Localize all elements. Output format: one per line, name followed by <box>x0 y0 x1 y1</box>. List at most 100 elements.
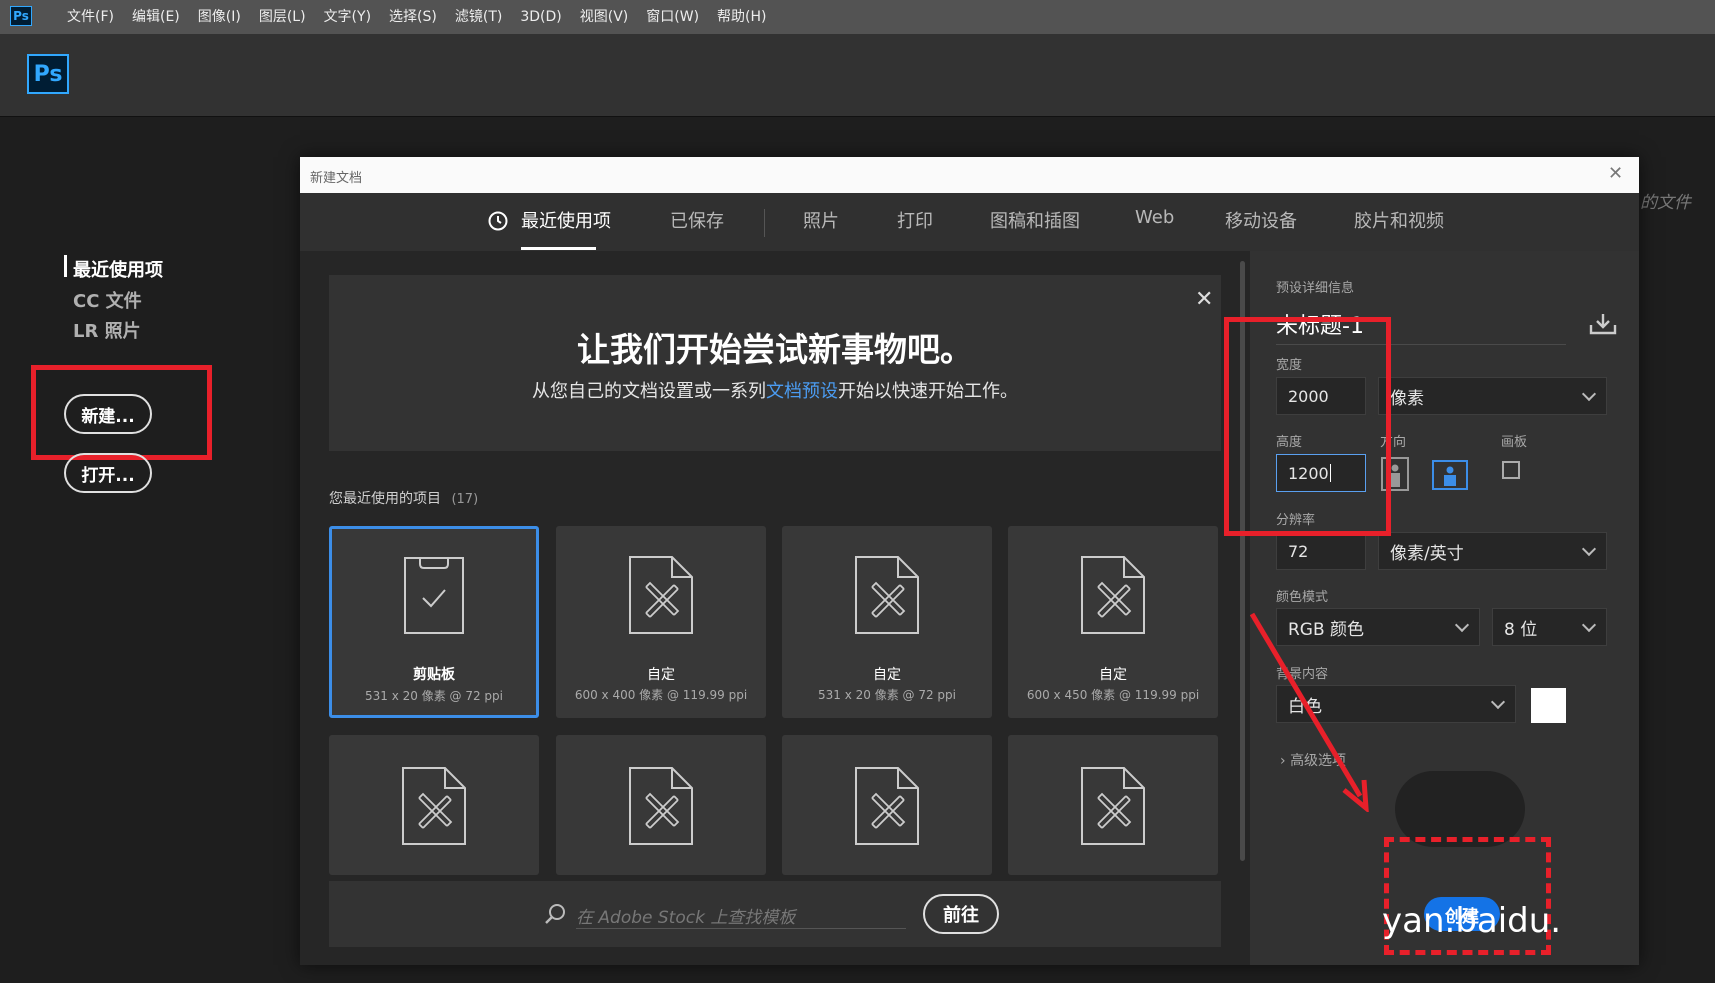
background-color-swatch[interactable] <box>1531 688 1566 723</box>
home-header: Ps <box>0 34 1715 117</box>
highlight-box-size <box>1224 317 1391 536</box>
tab-divider <box>764 209 765 237</box>
bit-depth-select[interactable]: 8 位 <box>1492 608 1607 646</box>
chevron-down-icon <box>1454 617 1470 632</box>
welcome-banner: ✕ 让我们开始尝试新事物吧。 从您自己的文档设置或一系列文档预设开始以快速开始工… <box>329 275 1221 451</box>
preset-name: 剪贴板 <box>413 667 455 683</box>
preset-size: 531 x 20 像素 @ 72 ppi <box>817 688 956 702</box>
stock-search-bar: 在 Adobe Stock 上查找模板 前往 <box>329 881 1221 947</box>
new-button[interactable]: 新建... <box>64 394 152 434</box>
width-unit-value: 像素 <box>1390 388 1424 409</box>
tab-saved[interactable]: 已保存 <box>670 207 724 233</box>
menu-select[interactable]: 选择(S) <box>380 0 446 34</box>
preset-card-row2-4[interactable] <box>1008 735 1218 875</box>
preset-card-custom-1[interactable]: 自定 600 x 400 像素 @ 119.99 ppi <box>556 526 766 718</box>
presets-pane: ✕ 让我们开始尝试新事物吧。 从您自己的文档设置或一系列文档预设开始以快速开始工… <box>300 251 1250 965</box>
details-header: 预设详细信息 <box>1276 281 1355 296</box>
banner-sub-after: 开始以快速开始工作。 <box>838 381 1018 402</box>
landscape-icon[interactable] <box>1432 460 1468 494</box>
open-button[interactable]: 打开... <box>64 453 152 493</box>
color-mode-label: 颜色模式 <box>1276 590 1329 605</box>
nav-item-recent[interactable]: 最近使用项 <box>73 256 163 282</box>
document-ruler-icon <box>401 766 467 850</box>
preset-name: 自定 <box>647 667 675 683</box>
menu-image[interactable]: 图像(I) <box>189 0 250 34</box>
background-files-label: 的文件 <box>1640 193 1691 213</box>
preset-card-custom-2[interactable]: 自定 531 x 20 像素 @ 72 ppi <box>782 526 992 718</box>
annotation-arrow-icon <box>1249 612 1372 816</box>
chevron-down-icon <box>1581 541 1597 556</box>
dialog-title: 新建文档 <box>310 171 363 186</box>
banner-subtext: 从您自己的文档设置或一系列文档预设开始以快速开始工作。 <box>329 377 1221 403</box>
tab-film-video[interactable]: 胶片和视频 <box>1354 207 1444 233</box>
resolution-input[interactable]: 72 <box>1276 532 1366 570</box>
nav-item-lr-photos[interactable]: LR 照片 <box>73 317 141 343</box>
menu-layer[interactable]: 图层(L) <box>250 0 315 34</box>
tab-active-underline <box>521 247 596 250</box>
menu-items: 文件(F) 编辑(E) 图像(I) 图层(L) 文字(Y) 选择(S) 滤镜(T… <box>58 0 776 34</box>
preset-card-row2-2[interactable] <box>556 735 766 875</box>
preset-name: 自定 <box>1099 667 1127 683</box>
document-ruler-icon <box>1080 555 1146 639</box>
document-ruler-icon <box>854 555 920 639</box>
tab-print[interactable]: 打印 <box>897 207 933 233</box>
preset-card-clipboard[interactable]: 剪贴板 531 x 20 像素 @ 72 ppi <box>329 526 539 718</box>
banner-close-icon[interactable]: ✕ <box>1195 287 1213 312</box>
menu-bar: Ps 文件(F) 编辑(E) 图像(I) 图层(L) 文字(Y) 选择(S) 滤… <box>0 0 1715 35</box>
artboard-label: 画板 <box>1501 435 1528 450</box>
chevron-down-icon <box>1581 617 1597 632</box>
preset-card-custom-3[interactable]: 自定 600 x 450 像素 @ 119.99 ppi <box>1008 526 1218 718</box>
tab-photo[interactable]: 照片 <box>803 207 839 233</box>
nav-active-indicator <box>64 255 67 277</box>
stock-search-input[interactable]: 在 Adobe Stock 上查找模板 <box>576 903 906 929</box>
preset-name: 自定 <box>873 667 901 683</box>
resolution-unit-value: 像素/英寸 <box>1390 543 1464 564</box>
chevron-down-icon <box>1490 694 1506 709</box>
recent-items-label: 您最近使用的项目 (17) <box>329 488 478 508</box>
clock-icon <box>488 211 508 231</box>
preset-card-row2-1[interactable] <box>329 735 539 875</box>
menu-filter[interactable]: 滤镜(T) <box>446 0 511 34</box>
menu-view[interactable]: 视图(V) <box>571 0 638 34</box>
photoshop-home-logo-icon[interactable]: Ps <box>27 54 69 94</box>
banner-heading: 让我们开始尝试新事物吧。 <box>577 330 973 369</box>
tab-web[interactable]: Web <box>1135 207 1174 228</box>
menu-window[interactable]: 窗口(W) <box>637 0 708 34</box>
document-ruler-icon <box>628 766 694 850</box>
preset-card-row2-3[interactable] <box>782 735 992 875</box>
tab-recent[interactable]: 最近使用项 <box>521 207 611 233</box>
bit-depth-value: 8 位 <box>1504 619 1538 640</box>
document-ruler-icon <box>854 766 920 850</box>
dialog-close-icon[interactable]: ✕ <box>1608 163 1623 184</box>
document-ruler-icon <box>628 555 694 639</box>
menu-type[interactable]: 文字(Y) <box>315 0 380 34</box>
banner-sub-before: 从您自己的文档设置或一系列 <box>532 381 766 402</box>
clipboard-check-icon <box>403 555 465 639</box>
nav-item-cc-files[interactable]: CC 文件 <box>73 287 142 313</box>
photoshop-logo-icon: Ps <box>10 6 32 26</box>
watermark-text: yan.baidu. <box>1382 901 1562 941</box>
dialog-titlebar: 新建文档 ✕ <box>300 157 1639 193</box>
artboard-checkbox[interactable] <box>1502 461 1520 479</box>
tab-art-illustration[interactable]: 图稿和插图 <box>990 207 1080 233</box>
chevron-down-icon <box>1581 386 1597 401</box>
preset-tabs: 最近使用项 已保存 照片 打印 图稿和插图 Web 移动设备 胶片和视频 <box>300 193 1639 252</box>
resolution-unit-select[interactable]: 像素/英寸 <box>1378 532 1607 570</box>
save-preset-icon[interactable] <box>1589 313 1617 339</box>
obscuring-blob <box>1395 771 1525 847</box>
preset-size: 531 x 20 像素 @ 72 ppi <box>364 689 503 703</box>
menu-3d[interactable]: 3D(D) <box>511 0 570 34</box>
recent-count: (17) <box>451 492 479 507</box>
preset-size: 600 x 450 像素 @ 119.99 ppi <box>1026 688 1200 702</box>
document-ruler-icon <box>1080 766 1146 850</box>
menu-help[interactable]: 帮助(H) <box>708 0 775 34</box>
recent-label-text: 您最近使用的项目 <box>329 491 441 507</box>
menu-edit[interactable]: 编辑(E) <box>123 0 189 34</box>
new-document-dialog: 新建文档 ✕ 最近使用项 已保存 照片 打印 图稿和插图 Web 移动设备 胶片… <box>300 157 1639 965</box>
document-presets-link[interactable]: 文档预设 <box>766 381 838 402</box>
search-icon <box>544 903 566 929</box>
menu-file[interactable]: 文件(F) <box>58 0 123 34</box>
tab-mobile[interactable]: 移动设备 <box>1225 207 1297 233</box>
stock-go-button[interactable]: 前往 <box>923 894 999 934</box>
width-unit-select[interactable]: 像素 <box>1378 377 1607 415</box>
